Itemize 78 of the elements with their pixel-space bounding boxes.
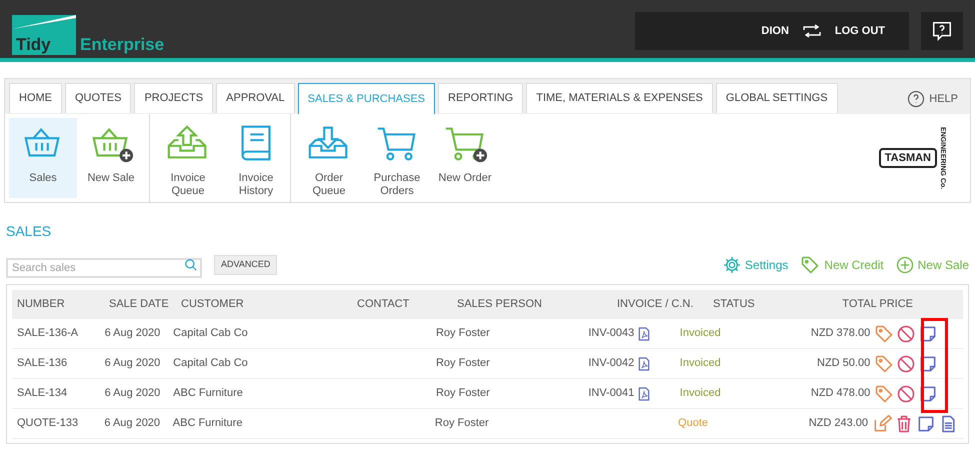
logo-text: Tidy: [16, 36, 51, 53]
column-header: INVOICE / C.N.: [617, 297, 694, 312]
note-icon[interactable]: [918, 384, 938, 404]
tab[interactable]: GLOBAL SETTINGS: [716, 83, 838, 113]
note-icon[interactable]: [916, 414, 936, 434]
toolbar-button[interactable]: Invoice History: [222, 118, 290, 198]
tab[interactable]: TIME, MATERIALS & EXPENSES: [526, 83, 713, 113]
column-header: CONTACT: [357, 297, 410, 312]
note-icon[interactable]: [918, 324, 938, 344]
toolbar-button[interactable]: Sales: [9, 118, 77, 198]
tag-icon[interactable]: [874, 354, 894, 374]
settings-icon[interactable]: [722, 256, 741, 274]
table-cell-text: Capital Cab Co: [173, 326, 249, 342]
table-cell-text: Roy Foster: [436, 326, 491, 342]
plus-circle-icon[interactable]: [896, 256, 914, 274]
stripe-icon: [12, 15, 76, 29]
table-cell-text: Roy Foster: [434, 416, 490, 432]
tab[interactable]: HOME: [9, 83, 62, 113]
tab[interactable]: APPROVAL: [216, 83, 295, 113]
table-cell-text: Capital Cab Co: [173, 356, 249, 372]
user-name[interactable]: DION: [761, 22, 789, 40]
logo-text: Enterprise: [80, 36, 164, 53]
table-cell-text: Roy Foster: [436, 386, 491, 402]
table-cell-text: NZD 243.00: [808, 416, 868, 432]
prohibited-icon[interactable]: [896, 384, 916, 404]
table-cell-text: ABC Furniture: [172, 416, 244, 432]
search-icon[interactable]: [184, 258, 198, 272]
prohibited-icon[interactable]: [896, 324, 916, 344]
note-icon[interactable]: [918, 354, 938, 374]
table-cell-text: 6 Aug 2020: [104, 356, 162, 372]
table-cell-text: ABC Furniture: [173, 386, 244, 402]
toolbar-button[interactable]: New Order: [431, 118, 499, 198]
search-field[interactable]: Search sales: [6, 258, 202, 278]
edit-icon[interactable]: [872, 414, 892, 434]
invoice-link[interactable]: INV-0043: [588, 325, 634, 342]
tab[interactable]: PROJECTS: [134, 83, 214, 113]
table-cell-text: SALE-136-A: [17, 326, 80, 342]
swap-arrows-icon: [800, 24, 823, 38]
company-name: TASMAN: [878, 148, 937, 168]
help-chat-button[interactable]: [921, 12, 963, 50]
table-cell-text: QUOTE-133: [17, 416, 80, 432]
table-cell-text: SALE-136: [17, 356, 68, 372]
tag-icon[interactable]: [800, 255, 820, 275]
speech-bubble-question-icon: [931, 20, 953, 42]
table-cell-text: SALE-134: [17, 386, 68, 402]
help-link[interactable]: HELP: [929, 90, 958, 108]
table-cell-text: NZD 478.00: [810, 386, 870, 402]
status-text: Quote: [678, 416, 710, 432]
status-text: Invoiced: [680, 386, 722, 402]
invoice-link[interactable]: INV-0041: [588, 385, 634, 402]
logout-button[interactable]: LOG OUT: [834, 22, 885, 40]
column-header: STATUS: [713, 297, 756, 312]
table-cell-text: 6 Aug 2020: [104, 416, 162, 432]
column-header: CUSTOMER: [181, 297, 245, 312]
page-title: SALES: [6, 222, 52, 241]
column-header: SALE DATE: [109, 297, 170, 312]
table-cell-text: NZD 50.00: [816, 356, 870, 372]
invoice-link[interactable]: INV-0042: [588, 355, 634, 372]
help-icon[interactable]: [907, 90, 926, 108]
advanced-button[interactable]: ADVANCED: [214, 255, 278, 275]
status-text: Invoiced: [680, 326, 722, 342]
column-header: TOTAL PRICE: [841, 297, 913, 312]
table-cell-text: 6 Aug 2020: [104, 386, 162, 402]
prohibited-icon[interactable]: [896, 354, 916, 374]
column-header: NUMBER: [17, 297, 66, 312]
tab[interactable]: REPORTING: [438, 83, 524, 113]
table-cell-text: 6 Aug 2020: [104, 326, 162, 342]
tag-icon[interactable]: [874, 384, 894, 404]
toolbar-button[interactable]: Purchase Orders: [363, 118, 431, 198]
column-header: SALES PERSON: [457, 297, 543, 312]
toolbar-button[interactable]: Order Queue: [295, 118, 363, 198]
tab[interactable]: QUOTES: [65, 83, 132, 113]
toolbar-button[interactable]: Invoice Queue: [154, 118, 222, 198]
table-cell-text: NZD 378.00: [810, 326, 870, 342]
toolbar-button[interactable]: New Sale: [77, 118, 145, 198]
table-cell-text: Roy Foster: [436, 356, 491, 372]
status-text: Invoiced: [680, 356, 722, 372]
tag-icon[interactable]: [874, 324, 894, 344]
